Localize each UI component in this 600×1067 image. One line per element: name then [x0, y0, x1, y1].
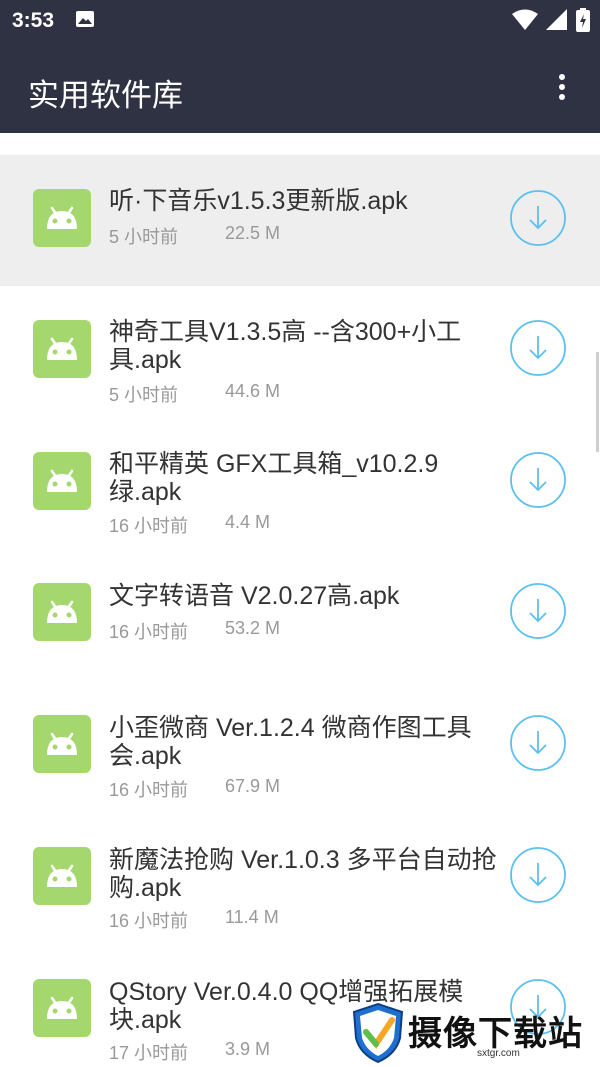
- file-time: 16 小时前: [109, 622, 189, 642]
- file-size: 67.9 M: [225, 776, 281, 796]
- file-time: 16 小时前: [109, 780, 189, 800]
- file-time: 16 小时前: [109, 911, 189, 931]
- list-item[interactable]: 和平精英 GFX工具箱_v10.2.9绿.apk 16 小时前 4.4 M: [0, 418, 600, 549]
- battery-icon: [576, 8, 590, 32]
- watermark: 摄像下载站 sxtgr.com: [352, 1000, 597, 1067]
- file-size: 53.2 M: [225, 618, 281, 638]
- file-name: 小歪微商 Ver.1.2.4 微商作图工具会.apk: [109, 714, 472, 770]
- android-app-icon: [33, 189, 91, 247]
- cellular-signal-icon: [546, 9, 567, 30]
- android-app-icon: [33, 979, 91, 1037]
- file-time: 16 小时前: [109, 516, 189, 536]
- file-meta: 16 小时前 11.4 M: [109, 907, 279, 933]
- shield-logo-icon: [352, 1002, 404, 1064]
- file-meta: 16 小时前 53.2 M: [109, 618, 280, 644]
- file-name: 新魔法抢购 Ver.1.0.3 多平台自动抢购.apk: [109, 846, 497, 902]
- download-icon[interactable]: [510, 190, 566, 246]
- file-time: 5 小时前: [109, 385, 179, 405]
- status-time: 3:53: [12, 9, 55, 32]
- file-meta: 16 小时前 4.4 M: [109, 512, 270, 538]
- android-app-icon: [33, 715, 91, 773]
- scrollbar-thumb[interactable]: [596, 352, 599, 452]
- file-meta: 5 小时前 22.5 M: [109, 223, 280, 249]
- app-bar: 实用软件库: [0, 40, 600, 133]
- file-size: 4.4 M: [225, 512, 271, 532]
- file-size: 22.5 M: [225, 223, 281, 243]
- list-item[interactable]: 听·下音乐v1.5.3更新版.apk 5 小时前 22.5 M: [0, 155, 600, 286]
- wifi-icon: [512, 9, 538, 30]
- list-item[interactable]: 神奇工具V1.3.5高 --含300+小工具.apk 5 小时前 44.6 M: [0, 286, 600, 418]
- list-item[interactable]: 新魔法抢购 Ver.1.0.3 多平台自动抢购.apk 16 小时前 11.4 …: [0, 813, 600, 945]
- file-name: 听·下音乐v1.5.3更新版.apk: [109, 187, 408, 215]
- file-meta: 5 小时前 44.6 M: [109, 381, 280, 407]
- file-name: 和平精英 GFX工具箱_v10.2.9绿.apk: [109, 450, 439, 506]
- android-app-icon: [33, 847, 91, 905]
- file-size: 3.9 M: [225, 1039, 271, 1059]
- file-name: 神奇工具V1.3.5高 --含300+小工具.apk: [109, 318, 462, 374]
- watermark-url: sxtgr.com: [477, 1048, 520, 1059]
- list-item[interactable]: 文字转语音 V2.0.27高.apk 16 小时前 53.2 M: [0, 549, 600, 681]
- status-icons: [512, 8, 590, 32]
- status-bar: 3:53: [0, 0, 600, 40]
- page-title: 实用软件库: [28, 78, 183, 113]
- download-icon[interactable]: [510, 715, 566, 771]
- list-item[interactable]: 小歪微商 Ver.1.2.4 微商作图工具会.apk 16 小时前 67.9 M: [0, 681, 600, 813]
- android-app-icon: [33, 320, 91, 378]
- file-meta: 17 小时前 3.9 M: [109, 1039, 270, 1065]
- download-icon[interactable]: [510, 320, 566, 376]
- android-app-icon: [33, 452, 91, 510]
- android-app-icon: [33, 583, 91, 641]
- file-size: 44.6 M: [225, 381, 281, 401]
- file-size: 11.4 M: [225, 907, 279, 927]
- file-time: 5 小时前: [109, 227, 179, 247]
- file-time: 17 小时前: [109, 1043, 189, 1063]
- download-icon[interactable]: [510, 583, 566, 639]
- image-notification-icon: [76, 11, 94, 27]
- file-meta: 16 小时前 67.9 M: [109, 776, 280, 802]
- more-options-icon[interactable]: [550, 72, 574, 104]
- file-name: 文字转语音 V2.0.27高.apk: [109, 582, 400, 610]
- download-icon[interactable]: [510, 452, 566, 508]
- download-icon[interactable]: [510, 847, 566, 903]
